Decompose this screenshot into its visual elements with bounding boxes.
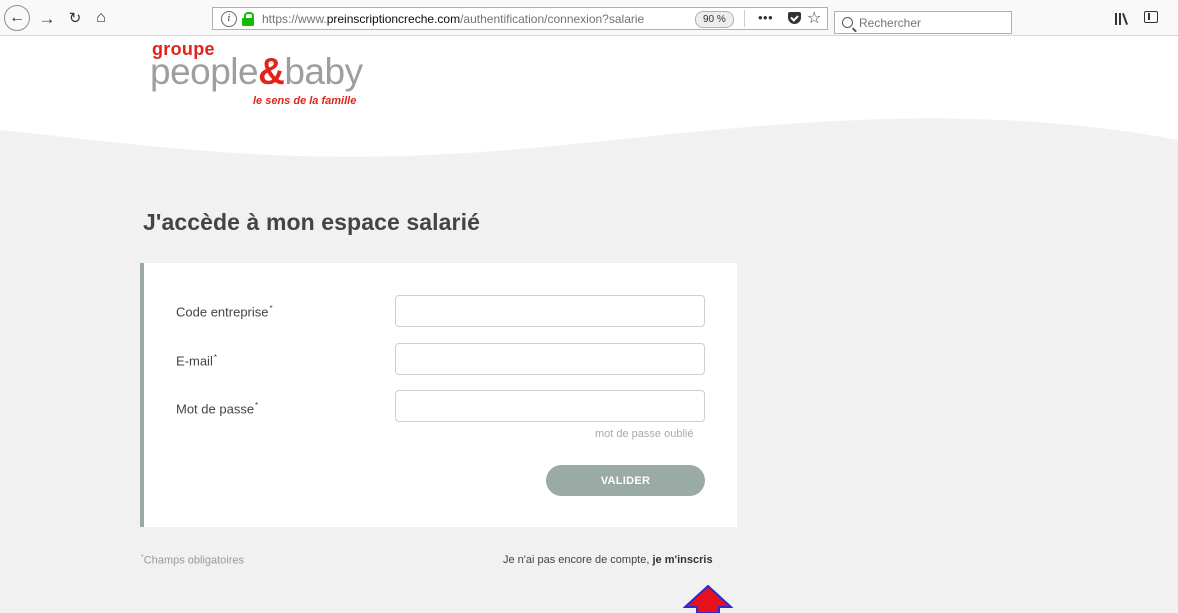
- submit-button[interactable]: VALIDER: [546, 465, 705, 496]
- password-label: Mot de passe*: [176, 401, 259, 417]
- signup-link[interactable]: je m'inscris: [652, 554, 712, 566]
- lock-icon[interactable]: [241, 11, 255, 26]
- logo-tagline: le sens de la famille: [253, 95, 357, 107]
- sidebar-icon[interactable]: [1144, 11, 1158, 23]
- page-title: J'accède à mon espace salarié: [143, 209, 480, 235]
- signup-prompt: Je n'ai pas encore de compte, je m'inscr…: [503, 554, 713, 566]
- logo-wordmark: people&baby: [150, 51, 363, 92]
- library-icon[interactable]: [1112, 9, 1130, 27]
- browser-toolbar: ← → ↻ ⌂ i https://www.preinscriptioncrec…: [0, 0, 1178, 36]
- back-arrow-icon[interactable]: ←: [4, 5, 30, 31]
- annotation-arrow-shape: [683, 585, 733, 613]
- forgot-password-link[interactable]: mot de passe oublié: [595, 428, 693, 440]
- url-bar-divider: [744, 10, 745, 27]
- page-content: groupe people&baby le sens de la famille…: [0, 36, 1178, 613]
- annotation-up-arrow-icon: [683, 585, 733, 613]
- company-code-input[interactable]: [395, 295, 705, 327]
- more-actions-icon[interactable]: •••: [758, 10, 773, 25]
- search-box[interactable]: [834, 11, 1012, 34]
- forward-arrow-icon[interactable]: →: [36, 7, 58, 29]
- zoom-level-badge[interactable]: 90 %: [695, 11, 734, 28]
- pocket-icon[interactable]: [788, 12, 801, 24]
- url-text[interactable]: https://www.preinscriptioncreche.com/aut…: [262, 12, 692, 26]
- login-form: Code entreprise* E-mail* Mot de passe* m…: [140, 263, 737, 527]
- password-input[interactable]: [395, 390, 705, 422]
- reload-icon[interactable]: ↻: [64, 7, 86, 29]
- url-bar[interactable]: i https://www.preinscriptioncreche.com/a…: [212, 7, 828, 30]
- brand-logo[interactable]: groupe people&baby le sens de la famille: [150, 40, 390, 120]
- page-header: groupe people&baby le sens de la famille: [0, 36, 1178, 166]
- email-label: E-mail*: [176, 353, 217, 369]
- info-icon[interactable]: i: [221, 10, 237, 27]
- search-input[interactable]: [859, 15, 999, 30]
- home-icon[interactable]: ⌂: [90, 7, 112, 29]
- search-icon: [842, 17, 853, 28]
- company-code-label: Code entreprise*: [176, 304, 273, 320]
- required-fields-note: *Champs obligatoires: [141, 554, 245, 567]
- bookmark-star-icon[interactable]: ☆: [807, 8, 821, 28]
- email-input[interactable]: [395, 343, 705, 375]
